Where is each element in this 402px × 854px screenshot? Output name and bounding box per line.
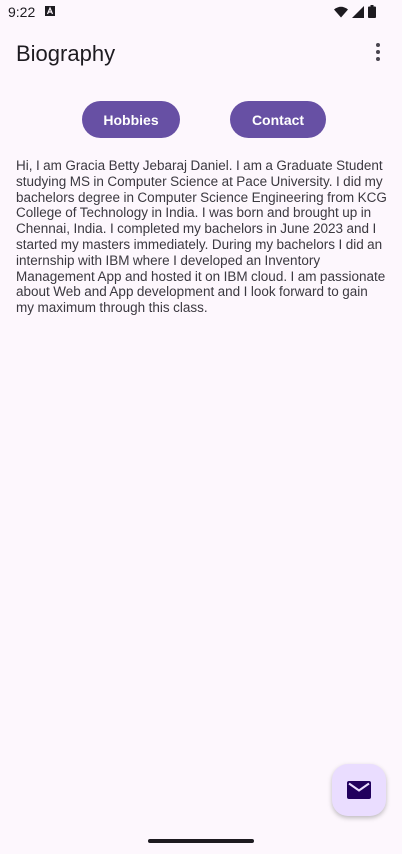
hobbies-button[interactable]: Hobbies <box>82 101 180 138</box>
battery-icon <box>368 5 376 18</box>
email-icon <box>347 781 371 799</box>
contact-button[interactable]: Contact <box>230 101 326 138</box>
wifi-icon <box>334 6 348 17</box>
status-icons <box>334 5 376 18</box>
email-fab-button[interactable] <box>332 764 386 816</box>
status-time: 9:22 <box>8 4 36 20</box>
page-title: Biography <box>16 41 116 66</box>
a-notification-icon <box>45 6 55 16</box>
gesture-nav-handle[interactable] <box>148 839 254 843</box>
more-vert-icon[interactable] <box>366 40 390 64</box>
status-bar: 9:22 <box>0 0 402 24</box>
signal-icon <box>352 5 364 18</box>
biography-text: Hi, I am Gracia Betty Jebaraj Daniel. I … <box>16 158 387 316</box>
top-app-bar: Biography <box>0 24 402 80</box>
